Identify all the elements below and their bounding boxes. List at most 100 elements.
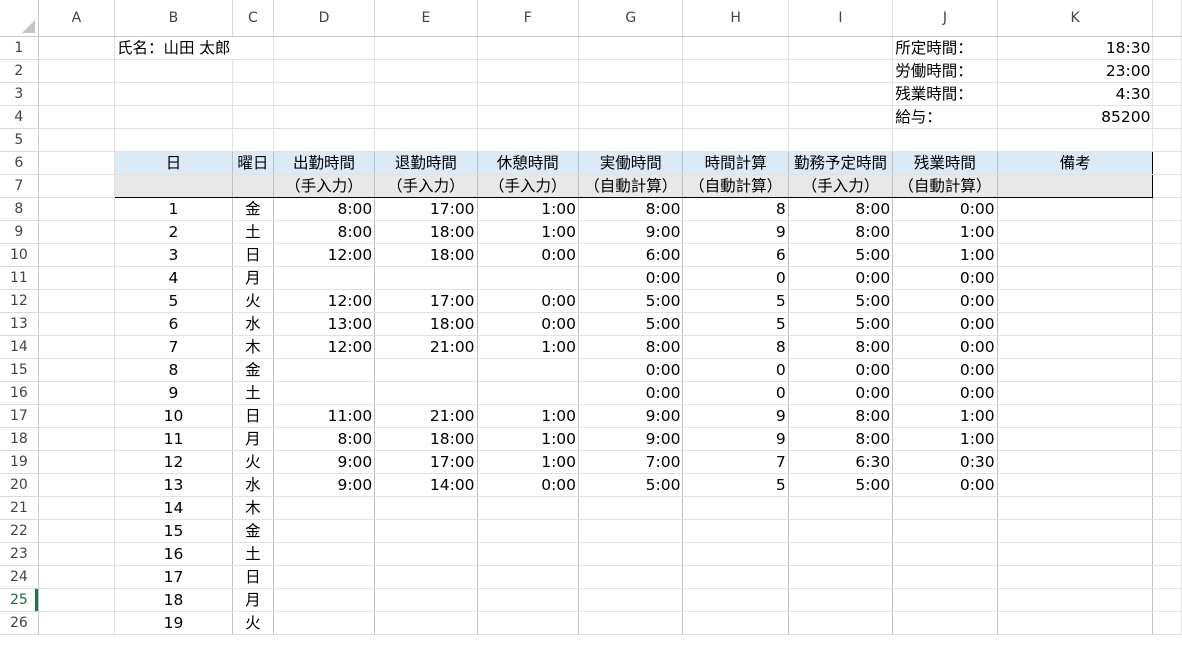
cell-wd[interactable]: 金 bbox=[232, 519, 274, 543]
cell-work[interactable]: 8:00 bbox=[578, 335, 684, 359]
summary-label[interactable]: 労働時間： bbox=[892, 59, 998, 83]
cell-G3[interactable] bbox=[578, 82, 684, 106]
cell-K5[interactable] bbox=[997, 128, 1154, 152]
cell-day[interactable]: 15 bbox=[114, 519, 233, 543]
cell-brk[interactable]: 0:00 bbox=[477, 243, 580, 267]
cell-day[interactable]: 13 bbox=[114, 473, 233, 497]
cell-ot[interactable]: 0:00 bbox=[892, 312, 998, 336]
cell-in[interactable]: 13:00 bbox=[273, 312, 376, 336]
cell-plan[interactable] bbox=[788, 565, 894, 589]
row-header-4[interactable]: 4 bbox=[0, 105, 39, 129]
subheader-I[interactable]: （手入力） bbox=[788, 174, 894, 198]
row-header-14[interactable]: 14 bbox=[0, 335, 39, 359]
cell-work[interactable] bbox=[578, 588, 684, 612]
cell-day[interactable]: 8 bbox=[114, 358, 233, 382]
summary-value[interactable]: 85200 bbox=[997, 105, 1154, 129]
subheader-H[interactable]: （自動計算） bbox=[682, 174, 789, 198]
cell-wd[interactable]: 月 bbox=[232, 427, 274, 451]
cell-brk[interactable]: 0:00 bbox=[477, 289, 580, 313]
cell-in[interactable] bbox=[273, 496, 376, 520]
cell-C3[interactable] bbox=[232, 82, 274, 106]
cell-day[interactable]: 11 bbox=[114, 427, 233, 451]
cell-H2[interactable] bbox=[682, 59, 789, 83]
column-header-G[interactable]: G bbox=[578, 0, 684, 37]
cell-D2[interactable] bbox=[273, 59, 376, 83]
cell-out[interactable]: 18:00 bbox=[374, 243, 478, 267]
subheader-F[interactable]: （手入力） bbox=[477, 174, 580, 198]
cell-brk[interactable] bbox=[477, 496, 580, 520]
cell-overflow-21[interactable] bbox=[1152, 496, 1182, 520]
cell-in[interactable]: 9:00 bbox=[273, 450, 376, 474]
cell-in[interactable]: 8:00 bbox=[273, 220, 376, 244]
cell-calc[interactable]: 5 bbox=[682, 312, 789, 336]
cell-I1[interactable] bbox=[788, 36, 894, 60]
subheader-K[interactable] bbox=[997, 174, 1154, 198]
cell-wd[interactable]: 火 bbox=[232, 611, 274, 635]
cell-E4[interactable] bbox=[374, 105, 478, 129]
cell-ot[interactable]: 1:00 bbox=[892, 404, 998, 428]
employee-name[interactable]: 氏名：山田 太郎 bbox=[114, 36, 233, 60]
cell-in[interactable] bbox=[273, 588, 376, 612]
cell-A25[interactable] bbox=[38, 588, 116, 612]
header-H[interactable]: 時間計算 bbox=[682, 150, 789, 175]
cell-C2[interactable] bbox=[232, 59, 274, 83]
column-header-overflow[interactable] bbox=[1152, 0, 1182, 37]
cell-wd[interactable]: 木 bbox=[232, 335, 274, 359]
cell-wd[interactable]: 日 bbox=[232, 243, 274, 267]
cell-out[interactable]: 17:00 bbox=[374, 450, 478, 474]
column-header-C[interactable]: C bbox=[232, 0, 274, 37]
cell-A18[interactable] bbox=[38, 427, 116, 451]
cell-out[interactable] bbox=[374, 519, 478, 543]
cell-out[interactable]: 14:00 bbox=[374, 473, 478, 497]
column-header-I[interactable]: I bbox=[788, 0, 894, 37]
cell-F4[interactable] bbox=[477, 105, 580, 129]
cell-remarks[interactable] bbox=[997, 312, 1154, 336]
cell-in[interactable] bbox=[273, 358, 376, 382]
cell-H4[interactable] bbox=[682, 105, 789, 129]
cell-F1[interactable] bbox=[477, 36, 580, 60]
select-all-corner[interactable] bbox=[0, 0, 39, 37]
cell-day[interactable]: 4 bbox=[114, 266, 233, 290]
cell-brk[interactable]: 1:00 bbox=[477, 450, 580, 474]
cell-work[interactable] bbox=[578, 519, 684, 543]
cell-wd[interactable]: 土 bbox=[232, 381, 274, 405]
cell-F3[interactable] bbox=[477, 82, 580, 106]
cell-in[interactable]: 12:00 bbox=[273, 243, 376, 267]
subheader-J[interactable]: （自動計算） bbox=[892, 174, 998, 198]
cell-in[interactable] bbox=[273, 542, 376, 566]
cell-A16[interactable] bbox=[38, 381, 116, 405]
cell-work[interactable] bbox=[578, 611, 684, 635]
cell-overflow-3[interactable] bbox=[1152, 82, 1182, 106]
cell-work[interactable]: 8:00 bbox=[578, 197, 684, 221]
cell-day[interactable]: 12 bbox=[114, 450, 233, 474]
cell-out[interactable] bbox=[374, 358, 478, 382]
subheader-B[interactable] bbox=[114, 174, 233, 198]
cell-calc[interactable]: 7 bbox=[682, 450, 789, 474]
cell-A12[interactable] bbox=[38, 289, 116, 313]
row-header-5[interactable]: 5 bbox=[0, 128, 39, 152]
cell-out[interactable]: 21:00 bbox=[374, 404, 478, 428]
cell-A9[interactable] bbox=[38, 220, 116, 244]
cell-D4[interactable] bbox=[273, 105, 376, 129]
subheader-D[interactable]: （手入力） bbox=[273, 174, 376, 198]
cell-brk[interactable] bbox=[477, 519, 580, 543]
cell-wd[interactable]: 火 bbox=[232, 289, 274, 313]
cell-overflow-5[interactable] bbox=[1152, 128, 1182, 152]
cell-wd[interactable]: 木 bbox=[232, 496, 274, 520]
row-header-10[interactable]: 10 bbox=[0, 243, 39, 267]
cell-work[interactable]: 5:00 bbox=[578, 289, 684, 313]
cell-out[interactable]: 18:00 bbox=[374, 427, 478, 451]
cell-in[interactable]: 12:00 bbox=[273, 289, 376, 313]
cell-A22[interactable] bbox=[38, 519, 116, 543]
cell-brk[interactable] bbox=[477, 588, 580, 612]
cell-A24[interactable] bbox=[38, 565, 116, 589]
cell-D1[interactable] bbox=[273, 36, 376, 60]
summary-label[interactable]: 給与： bbox=[892, 105, 998, 129]
cell-ot[interactable] bbox=[892, 588, 998, 612]
cell-ot[interactable]: 0:00 bbox=[892, 473, 998, 497]
cell-plan[interactable]: 8:00 bbox=[788, 335, 894, 359]
cell-plan[interactable]: 0:00 bbox=[788, 381, 894, 405]
cell-E1[interactable] bbox=[374, 36, 478, 60]
cell-remarks[interactable] bbox=[997, 243, 1154, 267]
row-header-21[interactable]: 21 bbox=[0, 496, 39, 520]
